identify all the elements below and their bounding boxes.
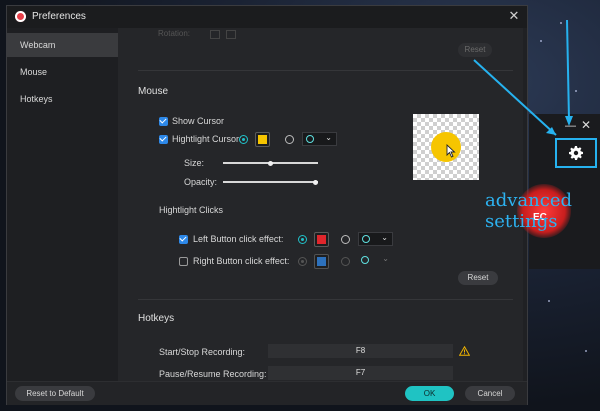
annotation-line-2: settings xyxy=(485,211,558,232)
advanced-settings-annotation: advanced settings xyxy=(485,190,572,232)
annotation-line-1: advanced xyxy=(485,190,573,211)
